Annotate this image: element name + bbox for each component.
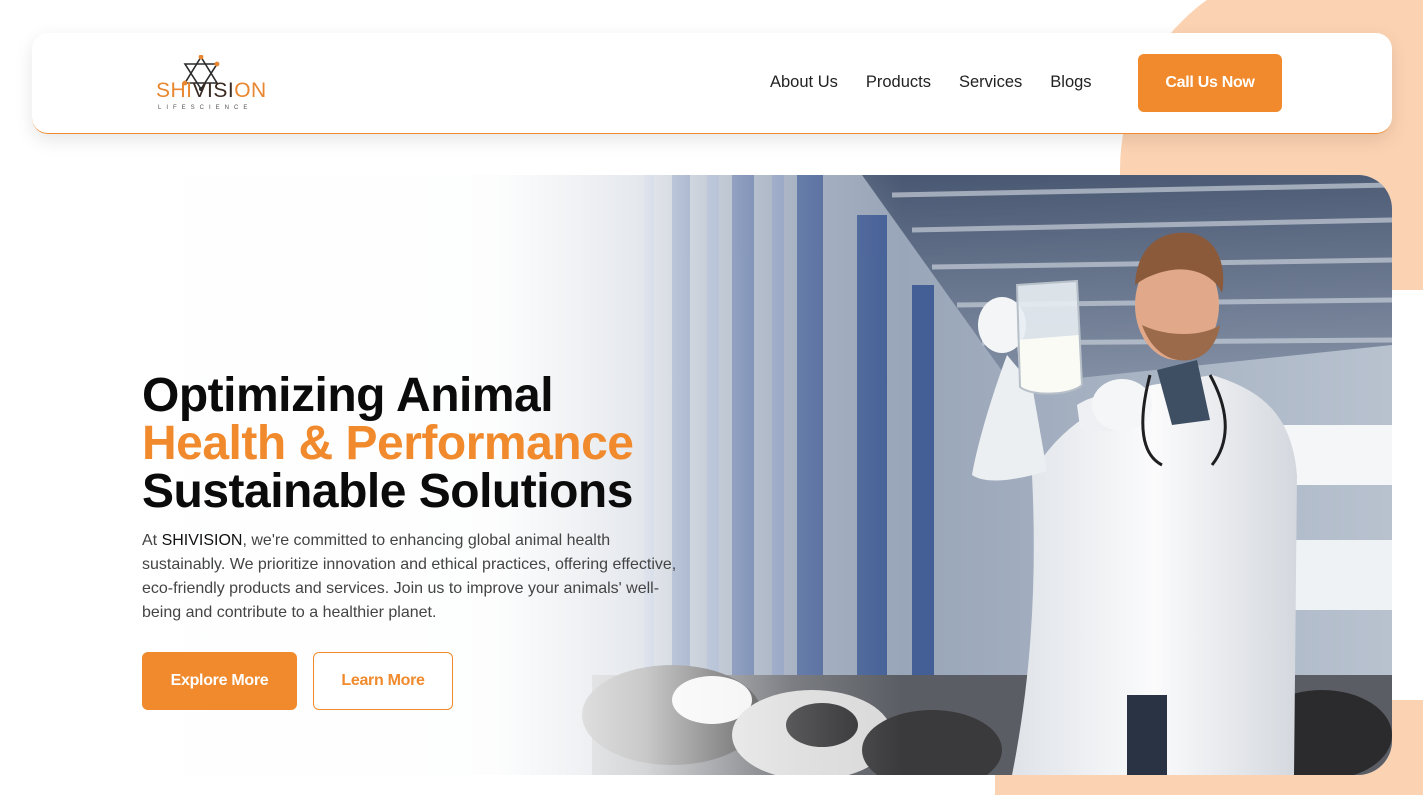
headline-line-1: Optimizing Animal (142, 369, 554, 422)
nav-services[interactable]: Services (959, 73, 1022, 92)
call-us-now-button[interactable]: Call Us Now (1138, 54, 1282, 112)
headline-line-2: Health & Performance (142, 417, 634, 470)
page: SHIVISION LIFESCIENCE About Us Products … (0, 0, 1423, 795)
nav-about-us[interactable]: About Us (770, 73, 838, 92)
learn-more-button[interactable]: Learn More (313, 652, 453, 710)
nav-products[interactable]: Products (866, 73, 931, 92)
site-header: SHIVISION LIFESCIENCE About Us Products … (32, 33, 1392, 134)
logo-wordmark: SHIVISION (156, 79, 267, 102)
hero-intro-text: At SHIVISION, we're committed to enhanci… (142, 529, 682, 625)
logo-tagline: LIFESCIENCE (158, 105, 253, 111)
intro-prefix: At (142, 532, 162, 549)
main-nav: About Us Products Services Blogs (770, 73, 1092, 92)
nav-blogs[interactable]: Blogs (1050, 73, 1091, 92)
explore-more-button[interactable]: Explore More (142, 652, 297, 710)
headline-line-3: Sustainable Solutions (142, 465, 633, 518)
intro-brand-name: SHIVISION (161, 532, 243, 549)
shivision-logo[interactable]: SHIVISION LIFESCIENCE (156, 55, 276, 113)
hero-headline: Optimizing Animal Health & Performance S… (142, 372, 634, 516)
